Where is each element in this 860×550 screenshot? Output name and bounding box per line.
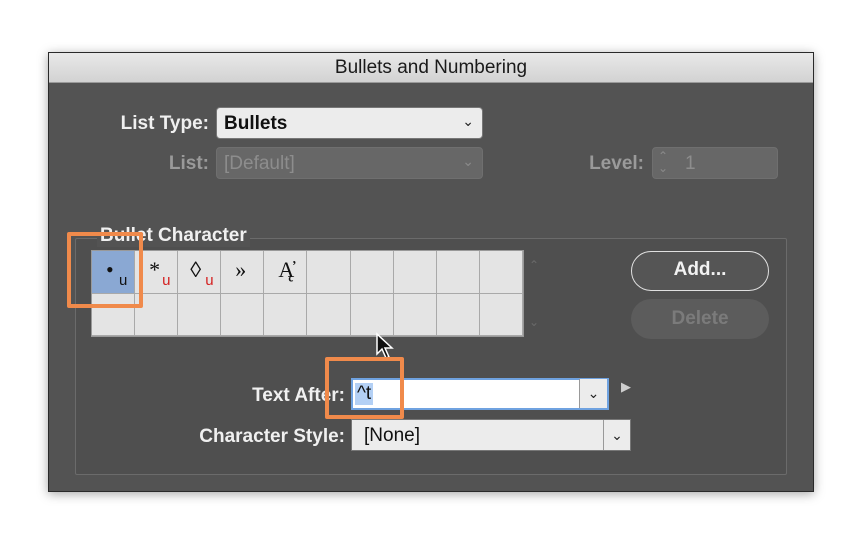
- bullet-glyph: Ą̓: [278, 257, 295, 282]
- add-button[interactable]: Add...: [631, 251, 769, 291]
- level-stepper[interactable]: ⌃ ⌄ 1: [652, 147, 778, 179]
- bullet-glyph: *: [149, 257, 161, 282]
- special-characters-menu-icon[interactable]: ▶: [621, 379, 631, 395]
- character-style-label: Character Style:: [199, 426, 345, 447]
- level-value: 1: [685, 153, 696, 174]
- bullets-numbering-dialog: Bullets and Numbering List Type: Bullets…: [48, 52, 814, 492]
- bullet-cell[interactable]: [436, 293, 480, 336]
- character-style-dropdown[interactable]: [None] ⌄: [351, 419, 631, 451]
- scroll-down-icon[interactable]: ⌄: [529, 315, 539, 329]
- chevron-down-icon[interactable]: ⌄: [579, 379, 607, 408]
- bullet-cell[interactable]: [479, 251, 523, 294]
- text-after-highlight-box: [325, 357, 404, 419]
- bullet-cell[interactable]: [350, 251, 394, 294]
- list-type-value: Bullets: [224, 113, 288, 134]
- bullet-glyph: »: [235, 257, 247, 282]
- mouse-pointer-icon: [376, 332, 394, 359]
- bullet-grid: • u * u ◊ u » Ą̓: [91, 250, 524, 337]
- bullet-cell[interactable]: [350, 293, 394, 336]
- bullet-cell[interactable]: ◊ u: [178, 251, 222, 294]
- dialog-title: Bullets and Numbering: [49, 53, 813, 83]
- chevron-down-icon: ⌄: [603, 420, 630, 450]
- unicode-marker: u: [205, 272, 214, 289]
- bullet-cell[interactable]: »: [221, 251, 265, 294]
- list-value: [Default]: [224, 153, 295, 174]
- bullet-highlight-box: [67, 232, 143, 308]
- unicode-marker: u: [162, 272, 171, 289]
- list-label: List:: [168, 153, 209, 174]
- delete-button[interactable]: Delete: [631, 299, 769, 339]
- bullet-cell[interactable]: [307, 251, 351, 294]
- scroll-up-icon[interactable]: ⌃: [529, 258, 539, 272]
- list-type-dropdown[interactable]: Bullets ⌄: [216, 107, 483, 139]
- bullet-cell[interactable]: [479, 293, 523, 336]
- list-dropdown[interactable]: [Default] ⌄: [216, 147, 483, 179]
- bullet-cell[interactable]: [178, 293, 222, 336]
- level-label: Level:: [589, 153, 644, 174]
- chevron-down-icon: ⌄: [462, 153, 474, 169]
- stepper-icon: ⌃ ⌄: [658, 149, 669, 175]
- bullet-cell[interactable]: [221, 293, 265, 336]
- bullet-cell[interactable]: [307, 293, 351, 336]
- list-type-label: List Type:: [120, 113, 209, 134]
- chevron-down-icon: ⌄: [462, 113, 474, 129]
- bullet-cell[interactable]: [264, 293, 308, 336]
- character-style-value: [None]: [364, 425, 420, 446]
- bullet-cell[interactable]: [393, 293, 437, 336]
- bullet-cell[interactable]: Ą̓: [264, 251, 308, 294]
- bullet-glyph: ◊: [190, 257, 202, 282]
- text-after-label: Text After:: [252, 385, 345, 406]
- bullet-cell[interactable]: [436, 251, 480, 294]
- bullet-cell[interactable]: [393, 251, 437, 294]
